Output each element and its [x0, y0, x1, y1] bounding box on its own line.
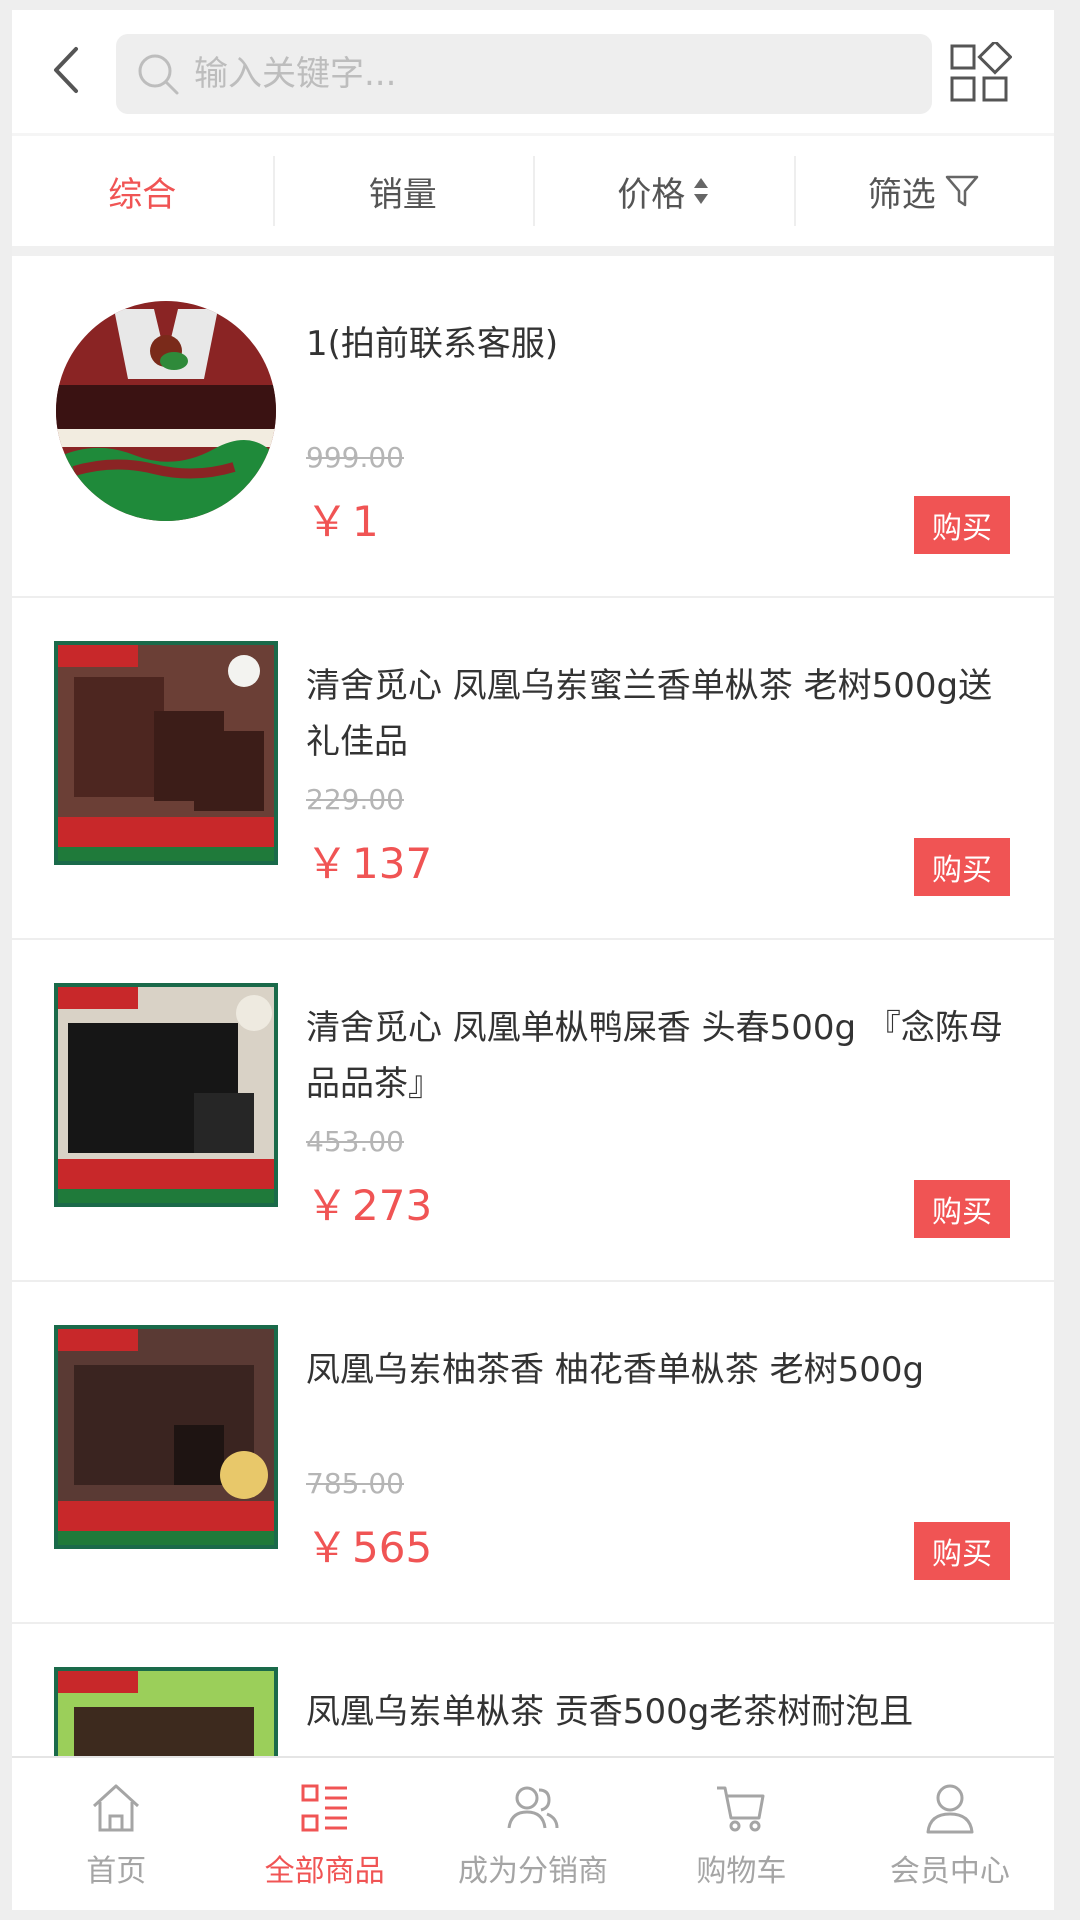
product-item[interactable]: 清舍觅心 凤凰单枞鸭屎香 头春500g 『念陈母品品茶』 453.00 ￥273…: [12, 940, 1054, 1282]
product-title[interactable]: 凤凰乌岽柚茶香 柚花香单枞茶 老树500g: [306, 1342, 1026, 1398]
buy-button[interactable]: 购买: [914, 1522, 1010, 1580]
price-value: 137: [352, 839, 433, 888]
product-image[interactable]: [54, 641, 278, 865]
currency-symbol: ￥: [306, 1523, 349, 1572]
product-original-price: 453.00: [306, 1125, 404, 1158]
nav-all-products[interactable]: 全部商品: [220, 1758, 428, 1910]
currency-symbol: ￥: [306, 497, 349, 546]
sort-arrows-icon: [693, 176, 709, 206]
product-item[interactable]: 凤凰乌岽单枞茶 贡香500g老茶树耐泡且: [12, 1624, 1054, 1756]
nav-label: 全部商品: [264, 1854, 385, 1889]
sort-filter[interactable]: 筛选: [793, 136, 1055, 246]
sort-label: 销量: [368, 174, 437, 215]
cart-icon: [709, 1776, 773, 1840]
grid-icon: [948, 39, 1013, 110]
product-image[interactable]: [54, 299, 278, 523]
product-original-price: 229.00: [306, 783, 404, 816]
sort-label: 综合: [108, 174, 177, 215]
nav-member-center[interactable]: 会员中心: [846, 1758, 1054, 1910]
user-icon: [918, 1776, 982, 1840]
nav-cart[interactable]: 购物车: [637, 1758, 845, 1910]
search-input[interactable]: [192, 53, 916, 95]
app-root: 综合 销量 价格 筛选: [12, 10, 1054, 1910]
chevron-left-icon: [50, 45, 80, 99]
product-title[interactable]: 清舍觅心 凤凰单枞鸭屎香 头春500g 『念陈母品品茶』: [306, 1000, 1026, 1112]
currency-symbol: ￥: [306, 1181, 349, 1230]
sort-comprehensive[interactable]: 综合: [12, 136, 273, 246]
category-grid-button[interactable]: [940, 36, 1020, 116]
product-image[interactable]: [54, 983, 278, 1207]
product-list: 1(拍前联系客服) 999.00 ￥1 购买 清舍觅心 凤凰乌岽蜜兰香单枞茶 老…: [12, 256, 1054, 1756]
sort-label: 筛选: [867, 174, 936, 215]
product-item[interactable]: 清舍觅心 凤凰乌岽蜜兰香单枞茶 老树500g送礼佳品 229.00 ￥137 购…: [12, 598, 1054, 940]
product-price: ￥1: [306, 488, 379, 549]
nav-become-distributor[interactable]: 成为分销商: [429, 1758, 637, 1910]
product-original-price: 999.00: [306, 441, 404, 474]
product-item[interactable]: 1(拍前联系客服) 999.00 ￥1 购买: [12, 256, 1054, 598]
product-price: ￥137: [306, 830, 432, 891]
header: [12, 10, 1054, 133]
bottom-nav: 首页 全部商品 成为分销商 购物车 会员中心: [12, 1756, 1054, 1910]
filter-icon: [944, 173, 980, 209]
back-button[interactable]: [40, 42, 90, 102]
nav-label: 会员中心: [889, 1854, 1010, 1889]
sort-label: 价格: [617, 174, 686, 215]
nav-label: 成为分销商: [458, 1854, 609, 1889]
product-price: ￥273: [306, 1172, 432, 1233]
product-item[interactable]: 凤凰乌岽柚茶香 柚花香单枞茶 老树500g 785.00 ￥565 购买: [12, 1282, 1054, 1624]
product-image[interactable]: [54, 1667, 278, 1756]
home-icon: [84, 1776, 148, 1840]
product-title[interactable]: 清舍觅心 凤凰乌岽蜜兰香单枞茶 老树500g送礼佳品: [306, 658, 1026, 770]
list-icon: [293, 1776, 357, 1840]
search-box[interactable]: [116, 34, 932, 114]
buy-button[interactable]: 购买: [914, 838, 1010, 896]
product-price: ￥565: [306, 1514, 432, 1575]
buy-button[interactable]: 购买: [914, 1180, 1010, 1238]
sort-bar: 综合 销量 价格 筛选: [12, 136, 1054, 256]
price-value: 565: [352, 1523, 433, 1572]
nav-label: 购物车: [696, 1854, 787, 1889]
product-title[interactable]: 凤凰乌岽单枞茶 贡香500g老茶树耐泡且: [306, 1684, 1026, 1740]
sort-price[interactable]: 价格: [533, 136, 794, 246]
sort-sales[interactable]: 销量: [272, 136, 534, 246]
users-icon: [501, 1776, 565, 1840]
nav-home[interactable]: 首页: [12, 1758, 220, 1910]
currency-symbol: ￥: [306, 839, 349, 888]
price-value: 1: [352, 497, 379, 546]
price-value: 273: [352, 1181, 433, 1230]
product-title[interactable]: 1(拍前联系客服): [306, 316, 1026, 372]
product-image[interactable]: [54, 1325, 278, 1549]
product-original-price: 785.00: [306, 1467, 404, 1500]
buy-button[interactable]: 购买: [914, 496, 1010, 554]
search-icon: [130, 46, 186, 102]
nav-label: 首页: [86, 1854, 147, 1889]
